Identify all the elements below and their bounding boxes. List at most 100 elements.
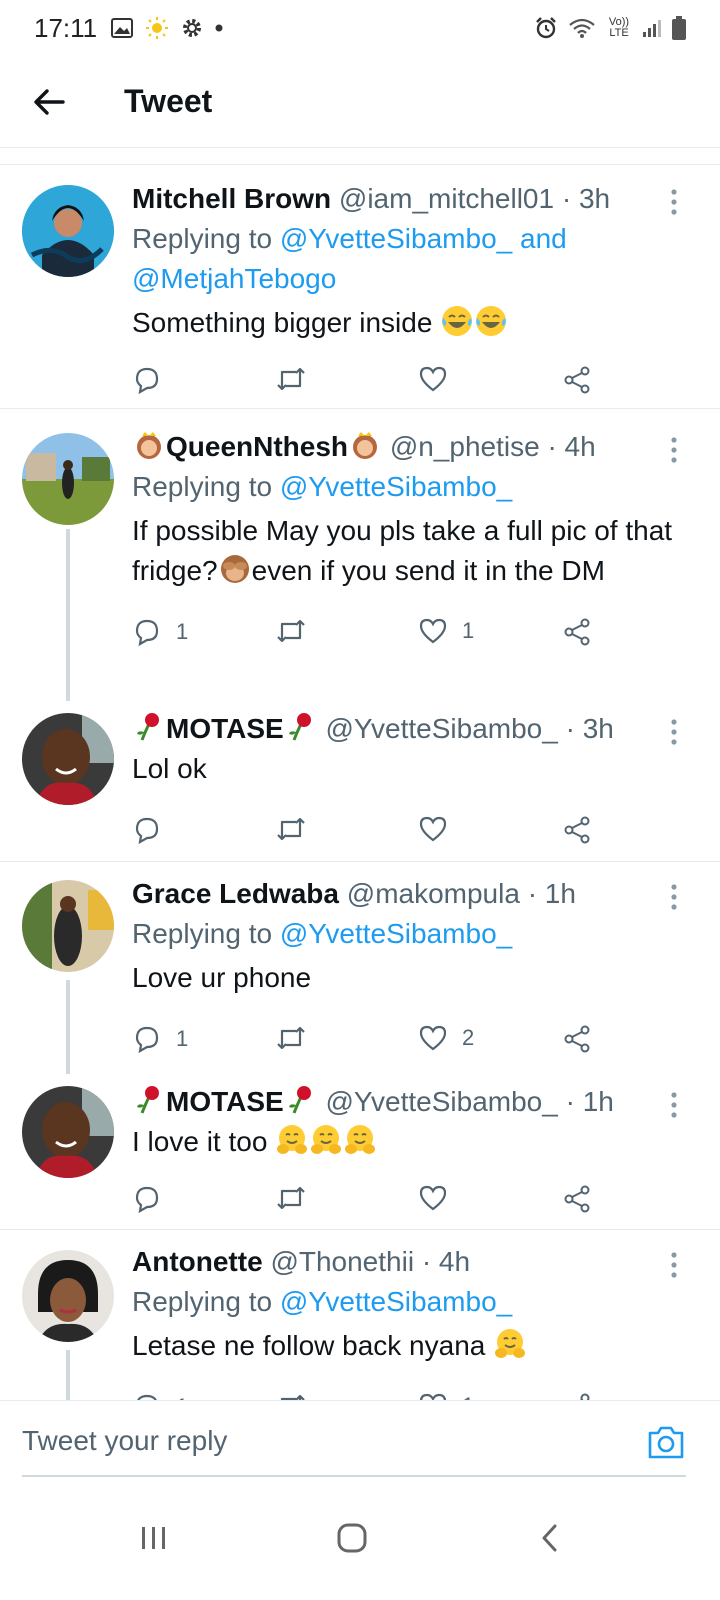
reply-input-underline bbox=[22, 1475, 686, 1477]
timestamp[interactable]: · 1h bbox=[528, 878, 576, 909]
nav-back-button[interactable] bbox=[520, 1508, 580, 1568]
handle[interactable]: @makompula bbox=[347, 878, 520, 909]
more-icon[interactable] bbox=[664, 435, 684, 465]
reply-button[interactable] bbox=[132, 365, 176, 395]
share-icon bbox=[579, 1393, 590, 1400]
battery-icon bbox=[672, 16, 686, 40]
retweet-button[interactable] bbox=[274, 815, 308, 843]
share-button[interactable] bbox=[562, 815, 592, 845]
like-button[interactable]: 1 bbox=[418, 617, 474, 645]
camera-icon[interactable] bbox=[646, 1423, 686, 1461]
tweet[interactable]: MOTASE @YvetteSibambo_ · 3h Lol ok bbox=[0, 699, 720, 862]
reply-input[interactable] bbox=[22, 1419, 622, 1463]
back-arrow-icon bbox=[34, 88, 65, 115]
avatar[interactable] bbox=[22, 433, 114, 525]
retweet-icon bbox=[277, 1186, 305, 1210]
thread-line bbox=[66, 980, 70, 1074]
like-button[interactable] bbox=[418, 1184, 462, 1212]
network-label: Vo)) LTE bbox=[608, 16, 630, 39]
display-name[interactable]: MOTASE bbox=[166, 713, 284, 744]
retweet-button[interactable] bbox=[274, 1184, 308, 1212]
like-count: 1 bbox=[462, 1393, 474, 1400]
reply-count: 1 bbox=[176, 619, 189, 644]
replying-to-link[interactable]: @YvetteSibambo_ bbox=[280, 918, 512, 949]
retweet-button[interactable] bbox=[274, 365, 308, 393]
display-name[interactable]: Mitchell Brown bbox=[132, 183, 331, 214]
timestamp[interactable]: · 4h bbox=[422, 1246, 470, 1277]
tweet-header: Antonette @Thonethii · 4h bbox=[132, 1242, 720, 1282]
tweet[interactable]: Mitchell Brown @iam_mitchell01 · 3h Repl… bbox=[0, 165, 720, 409]
like-button[interactable]: 2 bbox=[418, 1024, 474, 1052]
reply-button[interactable]: 1 bbox=[132, 1392, 188, 1400]
avatar[interactable] bbox=[22, 1250, 114, 1342]
page-title: Tweet bbox=[124, 83, 213, 119]
system-navigation-bar bbox=[0, 1478, 720, 1600]
timestamp[interactable]: · 4h bbox=[547, 431, 595, 462]
share-icon bbox=[564, 816, 590, 844]
avatar[interactable] bbox=[22, 1086, 114, 1178]
replying-to-link[interactable]: @YvetteSibambo_ bbox=[280, 471, 512, 502]
more-icon[interactable] bbox=[664, 1090, 684, 1120]
tweet[interactable]: MOTASE @YvetteSibambo_ · 1h I love it to… bbox=[0, 1072, 720, 1230]
rose-emoji-icon bbox=[137, 713, 159, 741]
handle[interactable]: @iam_mitchell01 bbox=[339, 183, 554, 214]
more-icon[interactable] bbox=[664, 1250, 684, 1280]
retweet-button[interactable] bbox=[274, 617, 308, 645]
reply-button[interactable] bbox=[132, 815, 176, 845]
reply-button[interactable]: 1 bbox=[132, 617, 188, 647]
like-icon bbox=[419, 1025, 447, 1051]
handle[interactable]: @YvetteSibambo_ bbox=[325, 713, 557, 744]
like-icon bbox=[419, 816, 447, 842]
tweet-header: MOTASE @YvetteSibambo_ · 3h bbox=[132, 709, 720, 749]
share-button[interactable] bbox=[562, 365, 592, 395]
share-button[interactable] bbox=[562, 617, 592, 647]
handle[interactable]: @YvetteSibambo_ bbox=[325, 1086, 557, 1117]
share-button[interactable] bbox=[562, 1392, 592, 1400]
status-time: 17:11 bbox=[34, 12, 98, 43]
tweet[interactable]: Antonette @Thonethii · 4h Replying to @Y… bbox=[0, 1230, 720, 1400]
back-button[interactable] bbox=[24, 77, 74, 127]
reply-composer bbox=[0, 1400, 720, 1478]
retweet-icon bbox=[277, 619, 305, 643]
reply-feed[interactable]: Mitchell Brown @iam_mitchell01 · 3h Repl… bbox=[0, 165, 720, 1400]
tweet-text: Something bigger inside bbox=[132, 303, 720, 343]
tweet[interactable]: QueenNthesh @n_phetise · 4h Replying to … bbox=[0, 409, 720, 701]
display-name[interactable]: Grace Ledwaba bbox=[132, 878, 339, 909]
replying-to-link[interactable]: @YvetteSibambo_ bbox=[280, 1286, 512, 1317]
like-button[interactable]: 1 bbox=[418, 1392, 474, 1400]
avatar[interactable] bbox=[22, 880, 114, 972]
like-button[interactable] bbox=[418, 815, 462, 843]
share-button[interactable] bbox=[562, 1024, 592, 1054]
share-button[interactable] bbox=[562, 1184, 592, 1214]
princess-emoji-icon bbox=[353, 432, 378, 459]
handle[interactable]: @n_phetise bbox=[390, 431, 540, 462]
reply-button[interactable] bbox=[132, 1184, 176, 1214]
retweet-button[interactable] bbox=[274, 1392, 308, 1400]
reply-button[interactable]: 1 bbox=[132, 1024, 188, 1054]
display-name[interactable]: QueenNthesh bbox=[166, 431, 348, 462]
gallery-icon bbox=[111, 18, 134, 38]
avatar[interactable] bbox=[22, 713, 114, 805]
hugging-face-emoji-icon bbox=[495, 1329, 526, 1358]
timestamp[interactable]: · 1h bbox=[566, 1086, 614, 1117]
recents-button[interactable] bbox=[124, 1508, 184, 1568]
more-icon[interactable] bbox=[664, 882, 684, 912]
replying-to: Replying to @YvetteSibambo_ bbox=[132, 1282, 720, 1322]
like-icon bbox=[419, 366, 447, 392]
retweet-button[interactable] bbox=[274, 1024, 308, 1052]
more-icon[interactable] bbox=[664, 187, 684, 217]
timestamp[interactable]: · 3h bbox=[562, 183, 610, 214]
more-icon[interactable] bbox=[664, 717, 684, 747]
timestamp[interactable]: · 3h bbox=[566, 713, 614, 744]
handle[interactable]: @Thonethii bbox=[270, 1246, 414, 1277]
tweet-text: If possible May you pls take a full pic … bbox=[132, 511, 720, 591]
tweet-text-content: Love ur phone bbox=[132, 962, 312, 993]
like-button[interactable] bbox=[418, 365, 462, 393]
reply-icon bbox=[137, 1394, 157, 1400]
avatar[interactable] bbox=[22, 185, 114, 277]
display-name[interactable]: Antonette bbox=[132, 1246, 263, 1277]
display-name[interactable]: MOTASE bbox=[166, 1086, 284, 1117]
tweet[interactable]: Grace Ledwaba @makompula · 1h Replying t… bbox=[0, 862, 720, 1074]
reply-icon bbox=[135, 1186, 159, 1214]
home-button[interactable] bbox=[322, 1508, 382, 1568]
